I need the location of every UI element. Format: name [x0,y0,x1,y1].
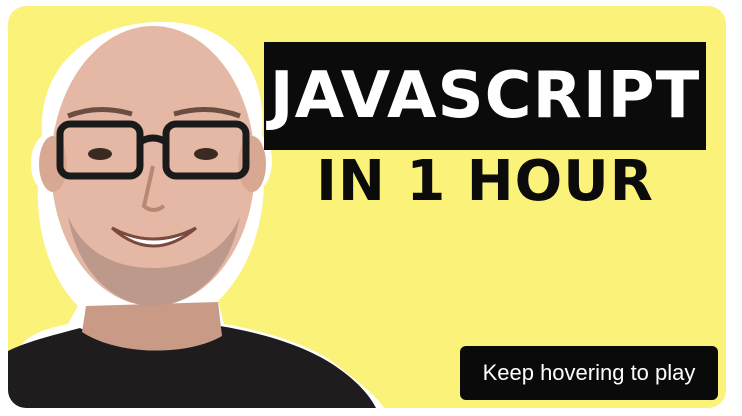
keep-hovering-overlay[interactable]: Keep hovering to play [460,346,718,400]
video-subtitle: IN 1 HOUR [316,149,654,214]
title-banner: JAVASCRIPT [264,42,706,150]
video-title: JAVASCRIPT [269,59,701,133]
video-thumbnail[interactable]: JAVASCRIPT IN 1 HOUR Keep hovering to pl… [8,6,726,408]
